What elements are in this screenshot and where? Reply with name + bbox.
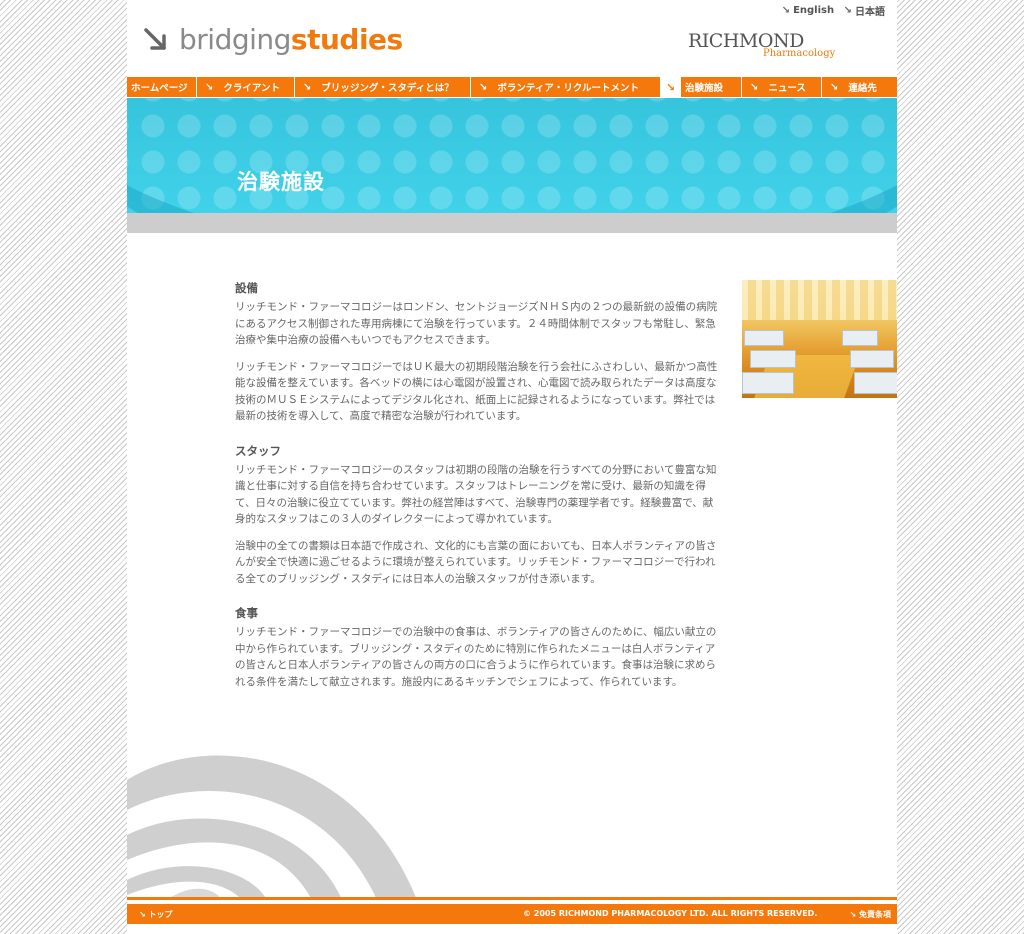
nav-about-bridging[interactable]: ↘ ブリッジング・スタディとは？	[295, 77, 471, 97]
nav-label: ホームページ	[131, 83, 188, 94]
arrow-icon: ↘	[843, 5, 852, 16]
language-switcher: ↘ English ↘ 日本語	[776, 3, 885, 18]
section-heading: 設備	[235, 281, 258, 295]
arrow-icon: ↘	[830, 81, 839, 93]
main-nav: ホームページ ↘ クライアント ↘ ブリッジング・スタディとは？ ↘ ボランティ…	[127, 77, 897, 97]
nav-label: 連絡先	[848, 83, 877, 94]
nav-facilities[interactable]: 治験施設	[681, 77, 742, 97]
nav-label: ブリッジング・スタディとは？	[321, 83, 454, 94]
section-paragraph: リッチモンド・ファーマコロジーはロンドン、セントジョージズＮＨＳ内の２つの最新鋭…	[235, 301, 718, 346]
arrow-icon: ↘	[139, 910, 146, 919]
nav-label: ニュース	[768, 83, 806, 94]
nav-volunteer-recruitment[interactable]: ↘ ボランティア・リクルートメント	[471, 77, 661, 97]
nav-clients[interactable]: ↘ クライアント	[197, 77, 295, 97]
footer-disclaimer-label: 免責条項	[859, 910, 891, 919]
footer: ↘ トップ © 2005 RICHMOND PHARMACOLOGY LTD. …	[127, 904, 897, 924]
footer-copyright: © 2005 RICHMOND PHARMACOLOGY LTD. ALL RI…	[523, 909, 818, 918]
logo-arrow-icon	[144, 28, 166, 50]
section-paragraph: リッチモンド・ファーマコロジーのスタッフは初期の段階の治験を行うすべての分野にお…	[235, 463, 717, 526]
logo-text-studies: studies	[290, 23, 403, 56]
footer-disclaimer-link[interactable]: ↘ 免責条項	[850, 909, 892, 920]
section-heading: 食事	[235, 606, 258, 620]
section-meals: 食事 リッチモンド・ファーマコロジーでの治験中の食事は、ボランティアの皆さんのた…	[235, 605, 719, 690]
photo-bed	[742, 372, 794, 394]
page-banner: 治験施設	[127, 98, 897, 213]
footer-top-label: トップ	[148, 910, 173, 919]
section-paragraph: リッチモンド・ファーマコロジーでの治験中の食事は、ボランティアの皆さんのために、…	[235, 626, 717, 688]
nav-label: 治験施設	[685, 83, 724, 94]
section-paragraph: リッチモンド・ファーマコロジーではＵＫ最大の初期段階治験を行う会社にふさわしい、…	[235, 360, 718, 423]
richmond-logo[interactable]: RICHMOND Pharmacology	[688, 30, 838, 59]
photo-bed	[744, 330, 784, 346]
page: ↘ English ↘ 日本語 bridgingstudies RICHMOND…	[127, 0, 897, 934]
arrow-icon: ↘	[665, 80, 676, 94]
arrow-icon: ↘	[303, 81, 312, 93]
section-staff: スタッフ リッチモンド・ファーマコロジーのスタッフは初期の段階の治験を行うすべて…	[235, 443, 719, 588]
section-equipment: 設備 リッチモンド・ファーマコロジーはロンドン、セントジョージズＮＨＳ内の２つの…	[235, 280, 719, 425]
nav-home[interactable]: ホームページ	[127, 77, 197, 97]
arrow-icon: ↘	[205, 81, 214, 93]
photo-bed	[854, 372, 897, 394]
footer-line	[127, 897, 897, 900]
lang-japanese-label: 日本語	[855, 7, 885, 18]
arrow-icon: ↘	[750, 81, 759, 93]
richmond-sub: Pharmacology	[763, 48, 836, 59]
nav-news[interactable]: ↘ ニュース	[742, 77, 822, 97]
nav-contact[interactable]: ↘ 連絡先	[822, 77, 897, 97]
nav-active-arrow: ↘	[661, 77, 681, 97]
nav-label: ボランティア・リクルートメント	[497, 83, 640, 94]
photo-bed	[750, 350, 796, 368]
section-paragraph: 治験中の全ての書類は日本語で作成され、文化的にも言葉の面においても、日本人ボラン…	[235, 539, 717, 585]
decorative-swirl	[127, 755, 417, 900]
nav-label: クライアント	[223, 83, 281, 94]
lang-japanese-link[interactable]: ↘ 日本語	[844, 3, 885, 18]
footer-top-link[interactable]: ↘ トップ	[139, 909, 173, 920]
section-heading: スタッフ	[235, 443, 281, 458]
arrow-icon: ↘	[849, 910, 857, 919]
lang-english-label: English	[793, 5, 835, 16]
main-content: 設備 リッチモンド・ファーマコロジーはロンドン、セントジョージズＮＨＳ内の２つの…	[235, 280, 719, 708]
ward-photo	[742, 280, 897, 398]
page-title: 治験施設	[237, 170, 325, 194]
logo-text-bridging: bridging	[179, 23, 291, 56]
banner-divider	[127, 213, 897, 233]
photo-bed	[842, 330, 878, 346]
photo-ceiling	[742, 280, 897, 320]
arrow-icon: ↘	[479, 81, 488, 93]
arrow-icon: ↘	[781, 5, 791, 16]
lang-english-link[interactable]: ↘ English	[782, 5, 834, 16]
photo-bed	[850, 350, 894, 368]
bridgingstudies-logo[interactable]: bridgingstudies	[143, 24, 403, 56]
